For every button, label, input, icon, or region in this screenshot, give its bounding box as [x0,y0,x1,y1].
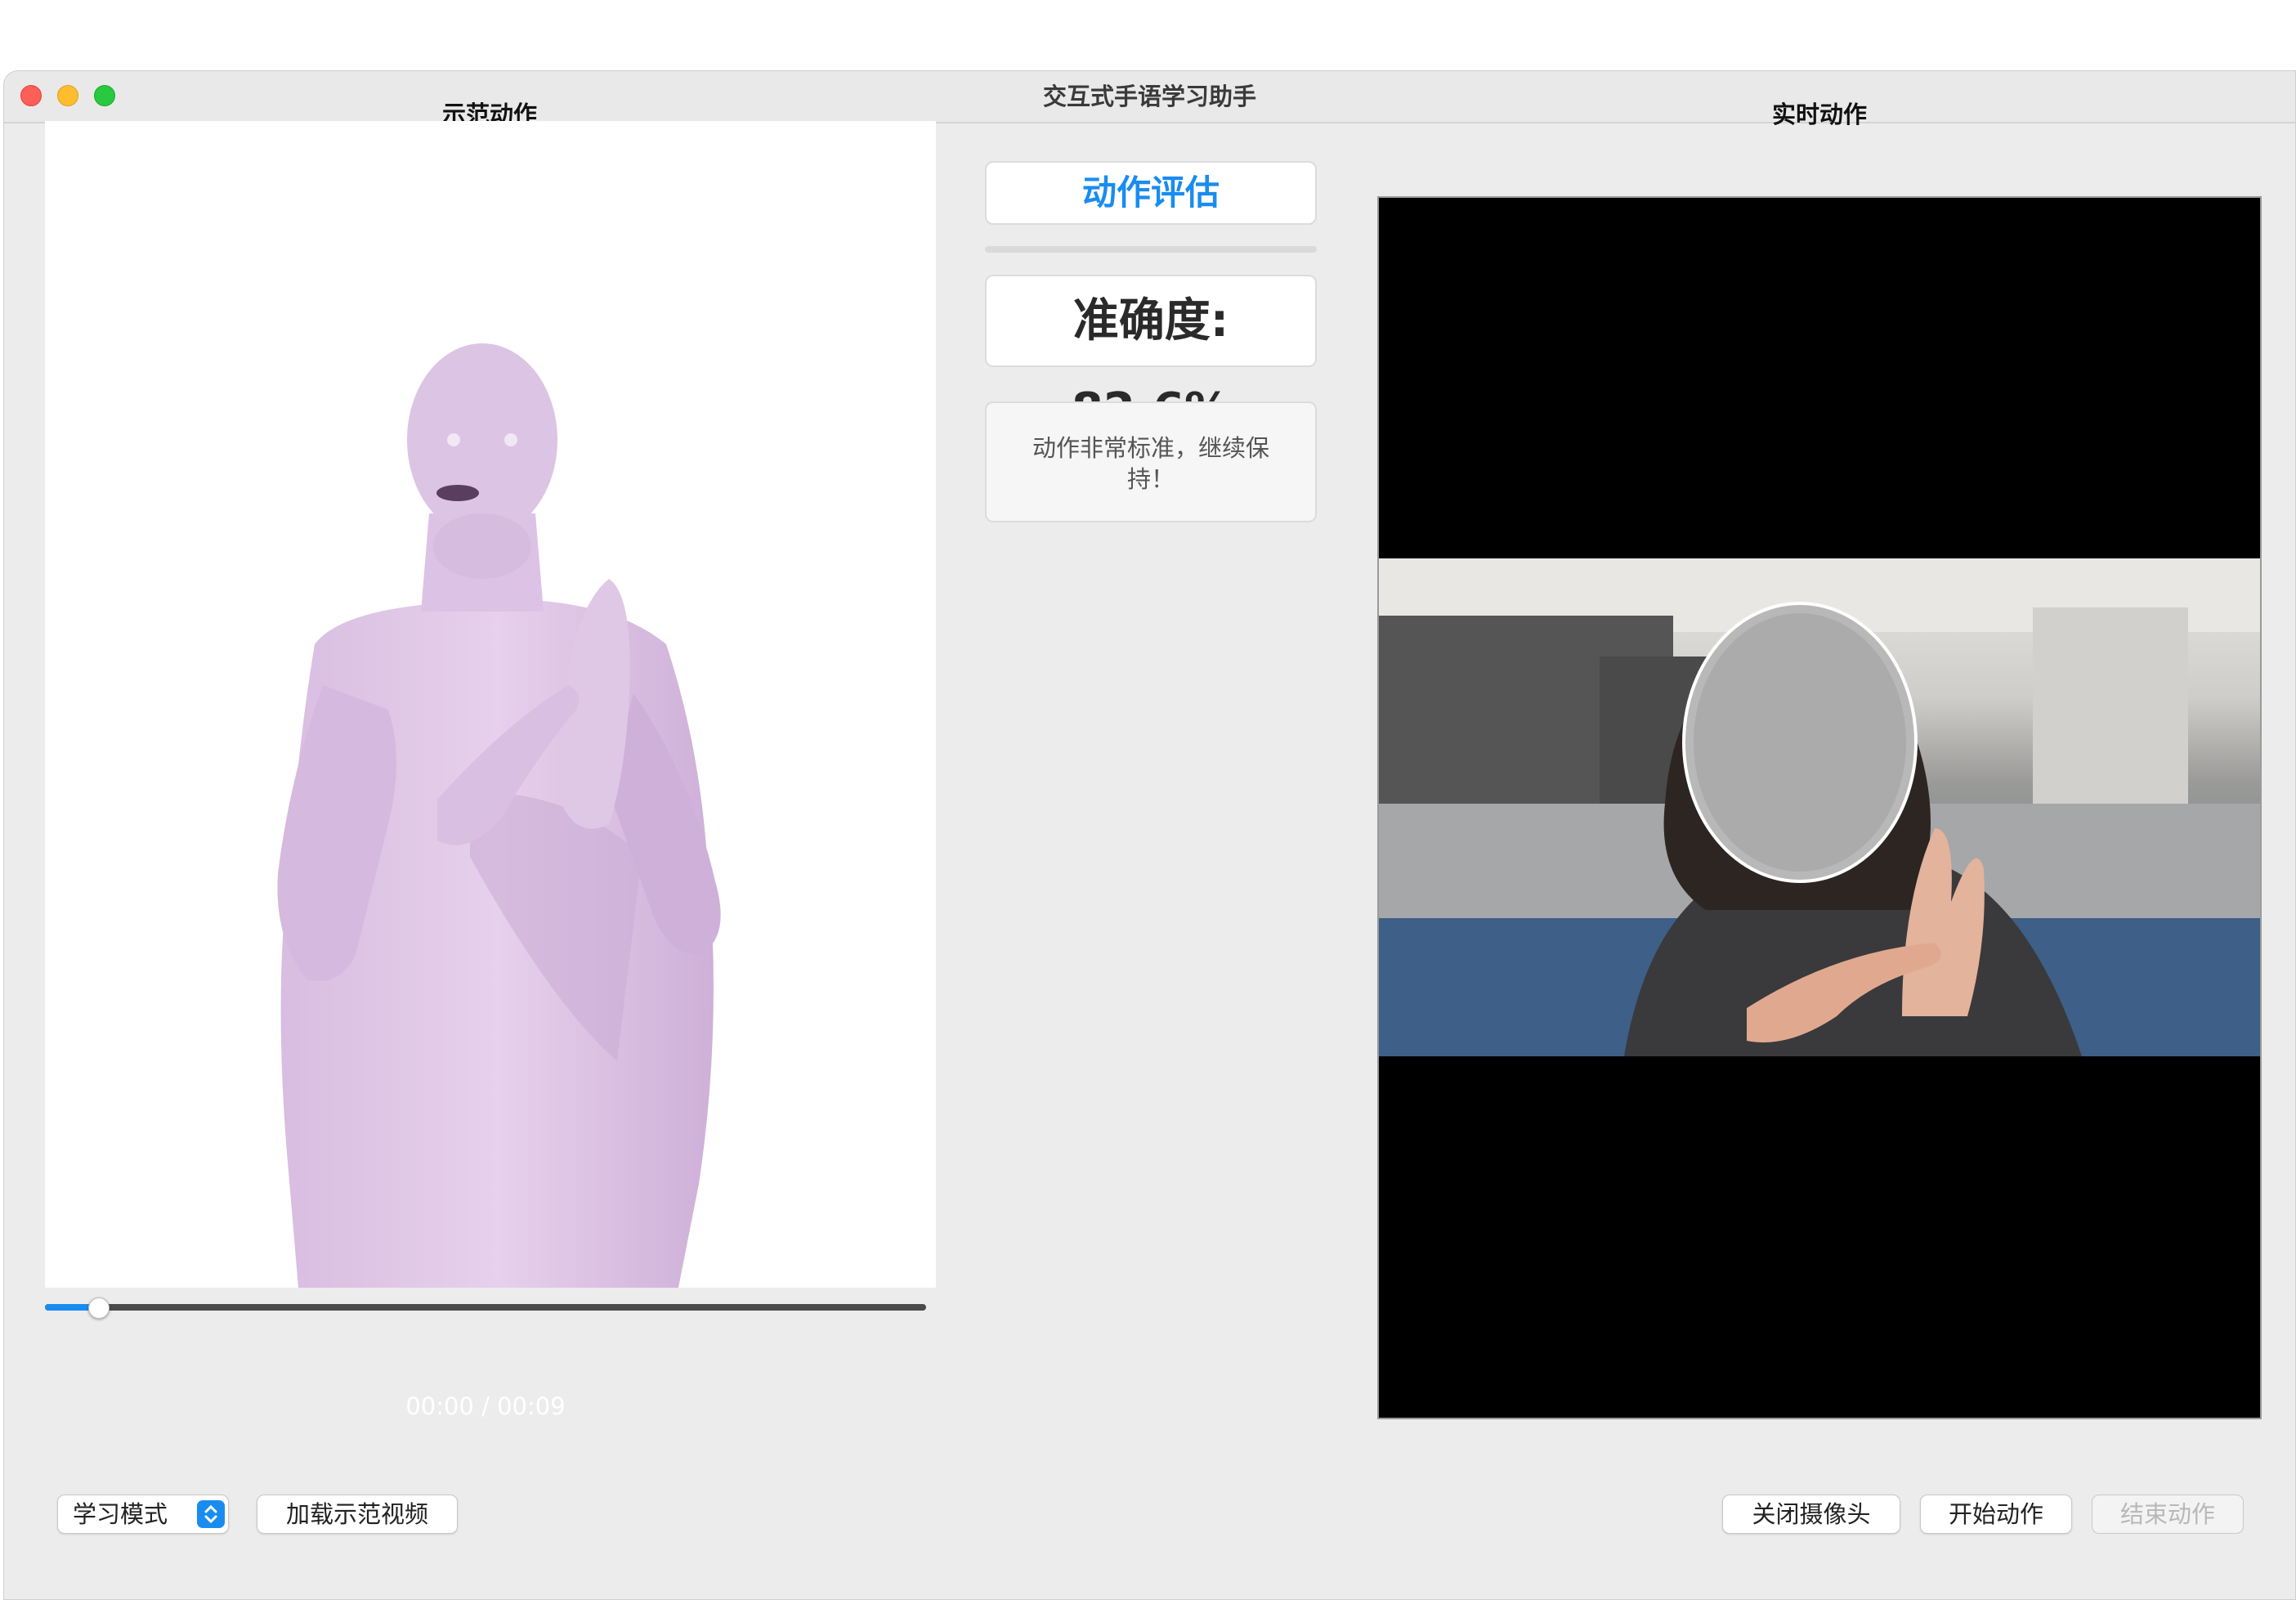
evaluation-divider [985,246,1317,253]
video-progress-thumb[interactable] [87,1297,110,1319]
live-camera-view [1377,196,2262,1419]
feedback-card: 动作非常标准，继续保持！ [985,401,1317,522]
accuracy-card: 准确度: 82.6% [985,275,1317,437]
chevron-updown-icon [197,1500,225,1528]
close-camera-button[interactable]: 关闭摄像头 [1722,1495,1900,1534]
feedback-message: 动作非常标准，继续保持！ [1032,434,1269,493]
start-action-button[interactable]: 开始动作 [1920,1495,2072,1534]
demo-video-player[interactable] [45,121,936,1288]
mode-select[interactable]: 学习模式 [57,1495,229,1534]
live-panel-label: 实时动作 [1771,101,1867,128]
camera-frame [1379,558,2260,1056]
evaluation-header: 动作评估 [985,161,1317,225]
evaluation-title: 动作评估 [1081,173,1220,213]
avatar-figure [277,343,721,1288]
video-time-label: 00:00 / 00:09 [405,1392,566,1420]
mode-select-value: 学习模式 [73,1500,168,1528]
load-demo-video-button[interactable]: 加载示范视频 [257,1495,458,1534]
video-progress-track[interactable] [45,1304,926,1311]
end-action-button[interactable]: 结束动作 [2092,1495,2244,1534]
camera-scene [1379,558,2260,1056]
